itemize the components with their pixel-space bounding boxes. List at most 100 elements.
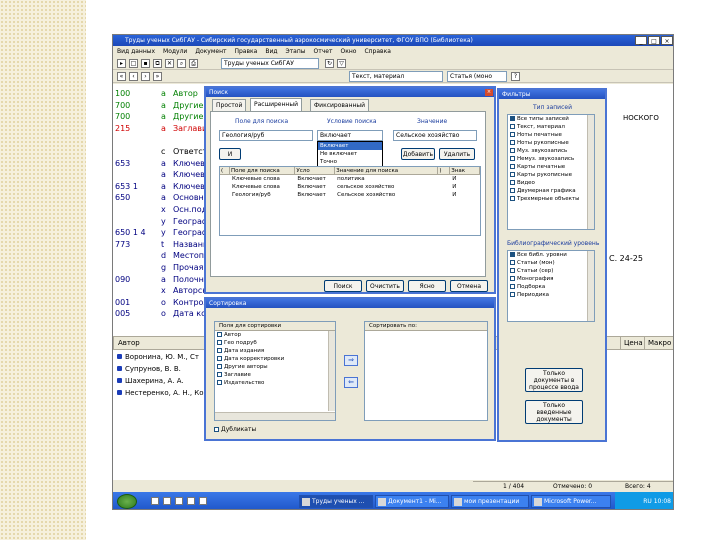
record-field-row[interactable]: 650 1 4 у Географ [113, 228, 213, 237]
grid-column-header[interactable]: Поле для поиска [230, 167, 296, 174]
menu-item[interactable]: Этапы [286, 46, 306, 57]
bib-level-combo[interactable]: Статья (моно [447, 71, 507, 82]
record-types-list[interactable]: Все типы записей Текст, материал Ноты печа… [507, 114, 595, 230]
checkbox-icon[interactable] [510, 284, 515, 289]
price-column-header[interactable]: Цена [620, 337, 643, 350]
filter-option[interactable]: Трехмерные объекты [508, 195, 594, 203]
maximize-button[interactable]: □ [648, 36, 660, 45]
record-field-row[interactable]: у Географ [113, 217, 213, 226]
search-value-input[interactable]: Сельское хозяйство [393, 130, 477, 141]
filter-option[interactable]: Статьи (мон) [508, 259, 594, 267]
checkbox-icon[interactable] [510, 124, 515, 129]
checkbox-icon[interactable] [510, 156, 515, 161]
checkbox-icon[interactable] [510, 172, 515, 177]
checkbox-icon[interactable] [510, 276, 515, 281]
cancel-button[interactable]: Отмена [450, 280, 488, 292]
record-field-row[interactable]: d Местоп [113, 251, 213, 260]
save-icon[interactable]: ▪ [141, 59, 150, 68]
task-item[interactable]: мои презентации [451, 495, 529, 508]
delete-icon[interactable]: ✕ [165, 59, 174, 68]
record-field-row[interactable]: 005 о Дата ко [113, 309, 213, 318]
record-field-row[interactable]: с Ответств [113, 147, 213, 156]
database-combo[interactable]: Труды ученых СибГАУ [221, 58, 319, 69]
record-field-row[interactable]: 001 о Контрол [113, 298, 213, 307]
close-button[interactable]: × [661, 36, 673, 45]
grid-column-header[interactable]: Знак [450, 167, 480, 174]
print-icon[interactable]: ⎙ [189, 59, 198, 68]
filter-option[interactable]: Карты рукописные [508, 171, 594, 179]
task-item[interactable]: Труды ученых ... [299, 495, 373, 508]
sort-field-option[interactable]: Автор [215, 331, 335, 339]
search-field-combo[interactable]: Геология/руб [219, 130, 313, 141]
quicklaunch-icon[interactable] [175, 497, 183, 505]
bib-levels-list[interactable]: Все библ. уровни Статьи (мон) Статьи (сер)… [507, 250, 595, 322]
record-field-row[interactable]: 650 а Основная [113, 193, 213, 202]
search-button[interactable]: Поиск [324, 280, 362, 292]
record-field-row[interactable]: 653 а Ключевые [113, 159, 216, 168]
record-field-row[interactable]: х Осн.подр [113, 205, 213, 214]
filter-option[interactable]: Текст, материал [508, 123, 594, 131]
task-item[interactable]: Документ1 - Mi... [375, 495, 449, 508]
tab-fixed[interactable]: Фиксированный [310, 99, 370, 111]
author-row[interactable]: Шахерина, А. А. [117, 376, 184, 387]
refresh-icon[interactable]: ↻ [325, 59, 334, 68]
sort-field-option[interactable]: Другие авторы [215, 363, 335, 371]
tab-advanced[interactable]: Расширенный [250, 98, 302, 111]
sort-fields-hscrollbar[interactable] [215, 412, 335, 420]
grid-column-header[interactable]: Усло [295, 167, 336, 174]
filter-option[interactable]: Все библ. уровни [508, 251, 594, 259]
record-type-combo[interactable]: Текст, материал [349, 71, 443, 82]
condition-combo[interactable]: Включает [317, 130, 383, 141]
add-sort-arrow-icon[interactable]: ⇒ [344, 355, 358, 366]
filter-option[interactable]: Муз. звукозапись [508, 147, 594, 155]
filter-option[interactable]: Статьи (сер) [508, 267, 594, 275]
sort-fields-scrollbar[interactable] [328, 331, 335, 411]
grid-column-header[interactable]: Значение для поиска [335, 167, 439, 174]
tab-simple[interactable]: Простой [212, 99, 247, 111]
grid-row[interactable]: Ключевые слова Включает сельское хозяйство… [220, 183, 480, 191]
checkbox-icon[interactable] [510, 116, 515, 121]
ok-button[interactable]: Ясно [408, 280, 446, 292]
prev-icon[interactable]: ‹ [129, 72, 138, 81]
record-field-row[interactable]: 700 а Другие [113, 112, 213, 121]
checkbox-icon[interactable] [217, 372, 222, 377]
checkbox-icon[interactable] [510, 292, 515, 297]
record-field-row[interactable]: 700 а Другие [113, 101, 213, 110]
filter-option[interactable]: Подборка [508, 283, 594, 291]
sort-by-list[interactable]: Сортировать по: [364, 321, 488, 421]
checkbox-icon[interactable] [510, 268, 515, 273]
quicklaunch-icon[interactable] [163, 497, 171, 505]
author-row[interactable]: Супрунов, В. В. [117, 364, 181, 375]
next-icon[interactable]: › [141, 72, 150, 81]
close-icon[interactable]: × [485, 89, 493, 96]
condition-option[interactable]: Точно [318, 158, 382, 166]
condition-option[interactable]: Включает [318, 142, 382, 150]
checkbox-icon[interactable] [217, 356, 222, 361]
last-icon[interactable]: » [153, 72, 162, 81]
find-icon[interactable]: ⌕ [177, 59, 186, 68]
filter-option[interactable]: Немуз. звукозапись [508, 155, 594, 163]
sort-field-option[interactable]: Дата корректировки [215, 355, 335, 363]
menu-item[interactable]: Вид [265, 46, 277, 57]
checkbox-icon[interactable] [510, 164, 515, 169]
record-field-row[interactable]: 215 а Заглавие [113, 124, 213, 133]
checkbox-icon[interactable] [510, 140, 515, 145]
record-field-row[interactable]: 653 1 а Ключевые [113, 182, 216, 191]
record-field-row[interactable] [113, 135, 213, 144]
first-icon[interactable]: « [117, 72, 126, 81]
checkbox-icon[interactable] [510, 196, 515, 201]
filter-option[interactable]: Ноты рукописные [508, 139, 594, 147]
copy-icon[interactable]: ⧉ [153, 59, 162, 68]
quicklaunch-icon[interactable] [187, 497, 195, 505]
sort-fields-list[interactable]: Поля для сортировки Автор Гео подруб Дата … [214, 321, 336, 421]
remove-sort-arrow-icon[interactable]: ⇐ [344, 377, 358, 388]
record-field-row[interactable]: g Прочая [113, 263, 213, 272]
add-condition-button[interactable]: Добавить [401, 148, 435, 160]
sort-field-option[interactable]: Заглавие [215, 371, 335, 379]
sort-field-option[interactable]: Дата издания [215, 347, 335, 355]
list-scrollbar[interactable] [587, 251, 594, 321]
logic-operator-button[interactable]: И [219, 148, 241, 160]
menu-item[interactable]: Отчет [314, 46, 333, 57]
filter-icon[interactable]: ▽ [337, 59, 346, 68]
filter-option[interactable]: Двумерная графика [508, 187, 594, 195]
